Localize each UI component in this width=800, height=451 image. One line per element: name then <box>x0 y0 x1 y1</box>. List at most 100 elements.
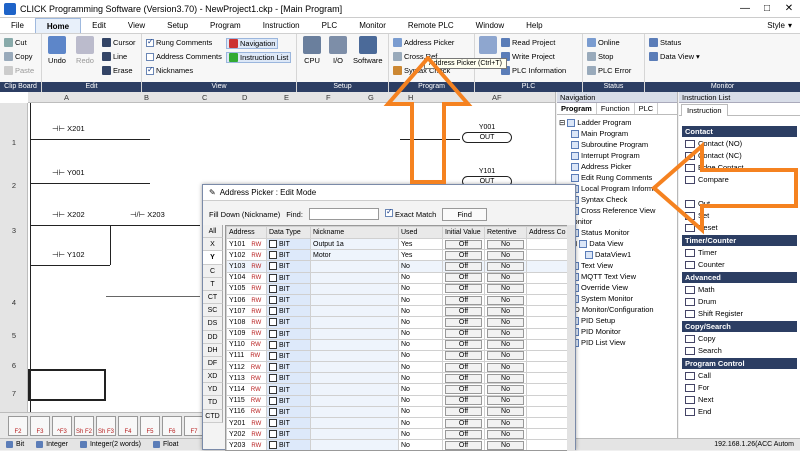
cell-retentive[interactable]: No <box>485 440 527 451</box>
cell-address[interactable]: Y101RW <box>227 239 267 250</box>
category-copy-search[interactable]: Copy/Search <box>682 321 797 332</box>
menu-view[interactable]: View <box>117 18 156 33</box>
cell-initial-value[interactable]: Off <box>443 294 485 305</box>
fn-key-shift-f2[interactable]: Sh F2 <box>74 416 94 436</box>
instruction-edge-contact[interactable]: Edge Contact <box>685 163 743 172</box>
mem-tab-ctd[interactable]: CTD <box>203 410 223 423</box>
rung-comments-toggle[interactable]: Rung Comments <box>146 38 212 47</box>
instruction-shift-register[interactable]: Shift Register <box>685 309 743 318</box>
instruction-contact-no[interactable]: Contact (NO) <box>685 139 742 148</box>
cell-address[interactable]: Y113RW <box>227 373 267 384</box>
cell-nickname[interactable] <box>311 306 399 317</box>
cell-used[interactable]: No <box>399 317 443 328</box>
erase-button[interactable]: Erase <box>102 66 133 75</box>
cell-retentive[interactable]: No <box>485 261 527 272</box>
cell-retentive[interactable]: No <box>485 272 527 283</box>
cell-nickname[interactable] <box>311 395 399 406</box>
cell-retentive[interactable]: No <box>485 306 527 317</box>
find-button[interactable]: Find <box>442 208 487 221</box>
cell-retentive[interactable]: No <box>485 294 527 305</box>
initial-value-toggle[interactable]: Off <box>445 363 482 372</box>
cell-data-type[interactable]: BIT <box>267 261 311 272</box>
tree-address-picker[interactable]: Address Picker <box>571 162 631 171</box>
mem-tab-all[interactable]: All <box>203 225 223 238</box>
minimize-button[interactable]: — <box>734 3 756 14</box>
cell-data-type[interactable]: BIT <box>267 328 311 339</box>
cell-data-type[interactable]: BIT <box>267 339 311 350</box>
cell-used[interactable]: No <box>399 440 443 451</box>
retentive-toggle[interactable]: No <box>487 262 524 271</box>
table-row[interactable]: Y201RWBITNoOffNo <box>227 418 573 429</box>
menu-home[interactable]: Home <box>35 18 81 33</box>
cell-nickname[interactable] <box>311 294 399 305</box>
retentive-toggle[interactable]: No <box>487 284 524 293</box>
cell-initial-value[interactable]: Off <box>443 250 485 261</box>
retentive-toggle[interactable]: No <box>487 374 524 383</box>
cell-data-type[interactable]: BIT <box>267 350 311 361</box>
mem-tab-sc[interactable]: SC <box>203 304 223 317</box>
style-menu[interactable]: Style▾ <box>767 18 800 33</box>
cell-address-comment[interactable] <box>527 328 573 339</box>
status-bit[interactable]: Bit <box>0 441 30 448</box>
instruction-for[interactable]: For <box>685 383 709 392</box>
cell-data-type[interactable]: BIT <box>267 362 311 373</box>
cell-nickname[interactable] <box>311 362 399 373</box>
menu-edit[interactable]: Edit <box>81 18 117 33</box>
menu-file[interactable]: File <box>0 18 35 33</box>
instruction-contact-nc[interactable]: Contact (NC) <box>685 151 742 160</box>
data-view-button[interactable]: Data View▾ <box>649 52 700 61</box>
cell-initial-value[interactable]: Off <box>443 317 485 328</box>
header-used[interactable]: Used <box>399 227 443 239</box>
tree-text-view[interactable]: Text View <box>571 261 613 270</box>
header-address-comment[interactable]: Address Co <box>527 227 573 239</box>
tree-pid-monitor[interactable]: PID Monitor <box>571 327 621 336</box>
cell-data-type[interactable]: BIT <box>267 306 311 317</box>
cell-initial-value[interactable]: Off <box>443 328 485 339</box>
cell-initial-value[interactable]: Off <box>443 418 485 429</box>
cell-address[interactable]: Y201RW <box>227 418 267 429</box>
cell-data-type[interactable]: BIT <box>267 373 311 384</box>
initial-value-toggle[interactable]: Off <box>445 374 482 383</box>
line-button[interactable]: Line <box>102 52 127 61</box>
header-nickname[interactable]: Nickname <box>311 227 399 239</box>
initial-value-toggle[interactable]: Off <box>445 441 482 450</box>
cell-data-type[interactable]: BIT <box>267 418 311 429</box>
initial-value-toggle[interactable]: Off <box>445 284 482 293</box>
tree-system-monitor[interactable]: System Monitor <box>571 294 633 303</box>
cell-nickname[interactable] <box>311 440 399 451</box>
cell-retentive[interactable]: No <box>485 406 527 417</box>
cell-nickname[interactable] <box>311 328 399 339</box>
cell-retentive[interactable]: No <box>485 350 527 361</box>
cell-retentive[interactable]: No <box>485 373 527 384</box>
cell-address[interactable]: Y104RW <box>227 272 267 283</box>
cell-address-comment[interactable] <box>527 339 573 350</box>
table-row[interactable]: Y113RWBITNoOffNo <box>227 373 573 384</box>
cell-used[interactable]: No <box>399 272 443 283</box>
initial-value-toggle[interactable]: Off <box>445 307 482 316</box>
instruction-out[interactable]: Out <box>685 199 710 208</box>
tree-edit-rung-comments[interactable]: Edit Rung Comments <box>571 173 652 182</box>
cell-address[interactable]: Y116RW <box>227 406 267 417</box>
cell-address-comment[interactable] <box>527 418 573 429</box>
fn-key-f7[interactable]: F7 <box>184 416 204 436</box>
online-button[interactable]: Online <box>587 38 620 47</box>
table-row[interactable]: Y107RWBITNoOffNo <box>227 306 573 317</box>
vertical-scrollbar[interactable] <box>567 225 575 451</box>
header-address[interactable]: Address <box>227 227 267 239</box>
cell-used[interactable]: No <box>399 328 443 339</box>
cell-nickname[interactable] <box>311 418 399 429</box>
fn-key-f3[interactable]: F3 <box>30 416 50 436</box>
cell-initial-value[interactable]: Off <box>443 440 485 451</box>
retentive-toggle[interactable]: No <box>487 318 524 327</box>
retentive-toggle[interactable]: No <box>487 329 524 338</box>
cell-retentive[interactable]: No <box>485 339 527 350</box>
tab-plc[interactable]: PLC <box>635 103 659 114</box>
cell-address-comment[interactable] <box>527 384 573 395</box>
software-button[interactable]: Software <box>353 36 383 65</box>
plc-information-button[interactable]: PLC Information <box>501 66 566 75</box>
cell-initial-value[interactable]: Off <box>443 272 485 283</box>
cell-retentive[interactable]: No <box>485 239 527 250</box>
filter-mode[interactable]: Fill Down (Nickname) <box>209 210 280 219</box>
cell-address-comment[interactable] <box>527 294 573 305</box>
address-grid[interactable]: Address Data Type Nickname Used Initial … <box>225 225 575 451</box>
